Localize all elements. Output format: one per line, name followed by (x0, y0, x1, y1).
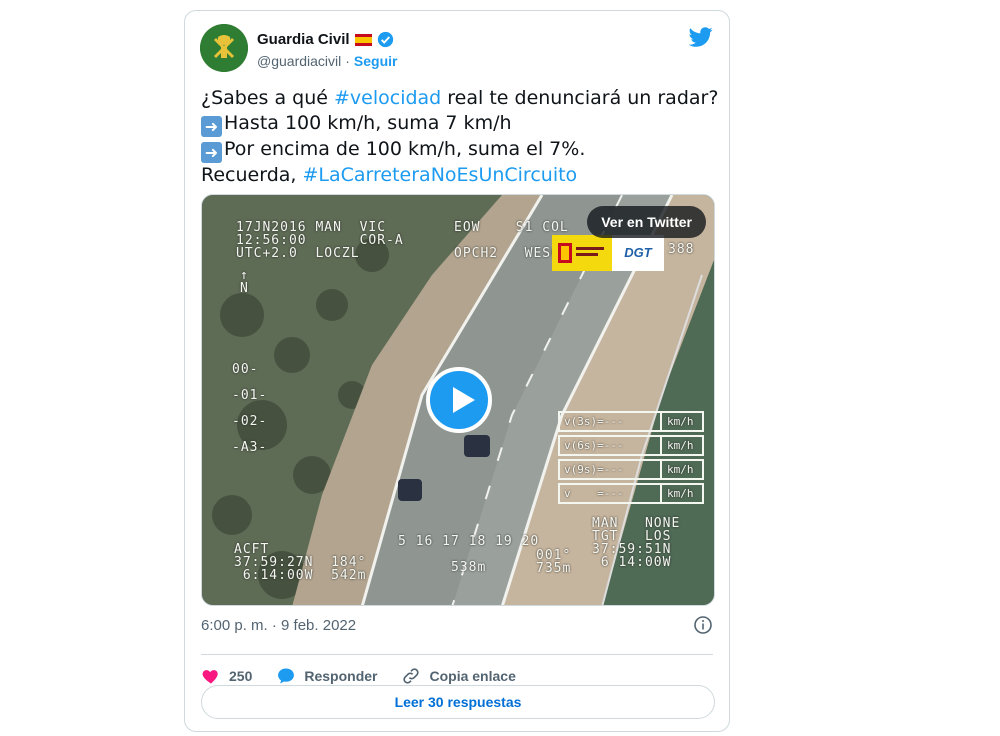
speed-row: v =--- km/h (558, 483, 704, 504)
speed-readout: v(3s)=--- km/h v(6s)=--- km/h v(9s)=--- km/… (558, 411, 704, 507)
like-count: 250 (229, 668, 253, 684)
tweet-card: Guardia Civil @guardiacivil · Seguir ¿Sa… (184, 10, 730, 732)
like-button[interactable]: 250 (201, 666, 252, 686)
speed-label: v(9s)=--- (560, 461, 662, 478)
dgt-logo: DGT (612, 235, 664, 271)
speed-unit: km/h (667, 487, 694, 500)
tweet-text-segment: Por encima de 100 km/h, suma el 7%. (224, 138, 586, 160)
tweet-line-3: ➜ Por encima de 100 km/h, suma el 7%. (201, 137, 716, 163)
reply-button[interactable]: Responder (276, 666, 377, 686)
government-logo: DGT (552, 235, 664, 271)
tweet-timestamp[interactable]: 6:00 p. m. · 9 feb. 2022 (201, 617, 356, 634)
spain-crest-icon (558, 243, 604, 263)
link-icon (403, 668, 420, 684)
speed-label: v(6s)=--- (560, 437, 662, 454)
osd-bottom-right-2: 001° 735m (536, 548, 572, 576)
copy-link-label: Copia enlace (429, 668, 516, 684)
osd-bottom-mid: 5 16 17 18 19 20 538m (398, 534, 540, 575)
right-arrow-icon: ➜ (201, 142, 222, 163)
separator-dot: · (345, 53, 350, 69)
view-on-twitter-button[interactable]: Ver en Twitter (587, 206, 706, 238)
speed-row: v(3s)=--- km/h (558, 411, 704, 432)
read-replies-button[interactable]: Leer 30 respuestas (201, 685, 715, 719)
play-icon[interactable] (426, 367, 492, 433)
osd-north: ↑ N (240, 268, 249, 296)
tweet-text-segment: Hasta 100 km/h, suma 7 km/h (224, 112, 512, 134)
reply-label: Responder (304, 668, 378, 684)
tweet-line-4: Recuerda, #LaCarreteraNoEsUnCircuito (201, 163, 716, 188)
avatar[interactable] (200, 24, 248, 72)
reply-icon (278, 668, 295, 684)
osd-bottom-left: ACFT 37:59:27N 184° 6:14:00W 542m (234, 542, 367, 583)
tweet-text: ¿Sabes a qué #velocidad real te denuncia… (201, 86, 719, 188)
heart-icon (202, 670, 218, 684)
follow-button[interactable]: Seguir (354, 53, 398, 69)
handle-row: @guardiacivil · Seguir (257, 53, 398, 69)
right-arrow-icon: ➜ (201, 116, 222, 137)
osd-scale: 00- -01- -02- -A3- (232, 362, 268, 455)
osd-top-right: 388 (668, 242, 695, 257)
speed-label: v =--- (560, 485, 662, 502)
osd-bottom-right: MAN NONE TGT LOS 37:59:51N 6 14:00W (592, 516, 681, 570)
account-handle[interactable]: @guardiacivil (257, 53, 341, 69)
twitter-bird-icon[interactable] (689, 25, 713, 49)
tweet-line-2: ➜ Hasta 100 km/h, suma 7 km/h (201, 111, 716, 137)
video-player[interactable]: 17JN2016 MAN VIC 12:56:00 COR-A UTC+2.0 … (201, 194, 715, 606)
hashtag-lacarretera[interactable]: #LaCarreteraNoEsUnCircuito (302, 164, 577, 186)
speed-unit: km/h (667, 463, 694, 476)
osd-top-left: 17JN2016 MAN VIC 12:56:00 COR-A UTC+2.0 … (236, 220, 404, 261)
tweet-text-segment: Recuerda, (201, 164, 303, 186)
speed-row: v(9s)=--- km/h (558, 459, 704, 480)
account-name-row: Guardia Civil (257, 31, 394, 48)
tweet-text-segment: ¿Sabes a qué (201, 87, 334, 109)
tweet-line-1: ¿Sabes a qué #velocidad real te denuncia… (201, 86, 719, 111)
flag-spain-icon (354, 33, 372, 46)
info-icon[interactable] (693, 615, 713, 635)
speed-unit: km/h (667, 415, 694, 428)
copy-link-button[interactable]: Copia enlace (401, 666, 516, 686)
account-name[interactable]: Guardia Civil (257, 31, 350, 48)
speed-label: v(3s)=--- (560, 413, 662, 430)
tweet-text-segment: real te denunciará un radar? (441, 87, 719, 109)
speed-unit: km/h (667, 439, 694, 452)
verified-badge-icon (377, 31, 393, 48)
divider (201, 654, 713, 655)
hashtag-velocidad[interactable]: #velocidad (334, 87, 441, 109)
speed-row: v(6s)=--- km/h (558, 435, 704, 456)
